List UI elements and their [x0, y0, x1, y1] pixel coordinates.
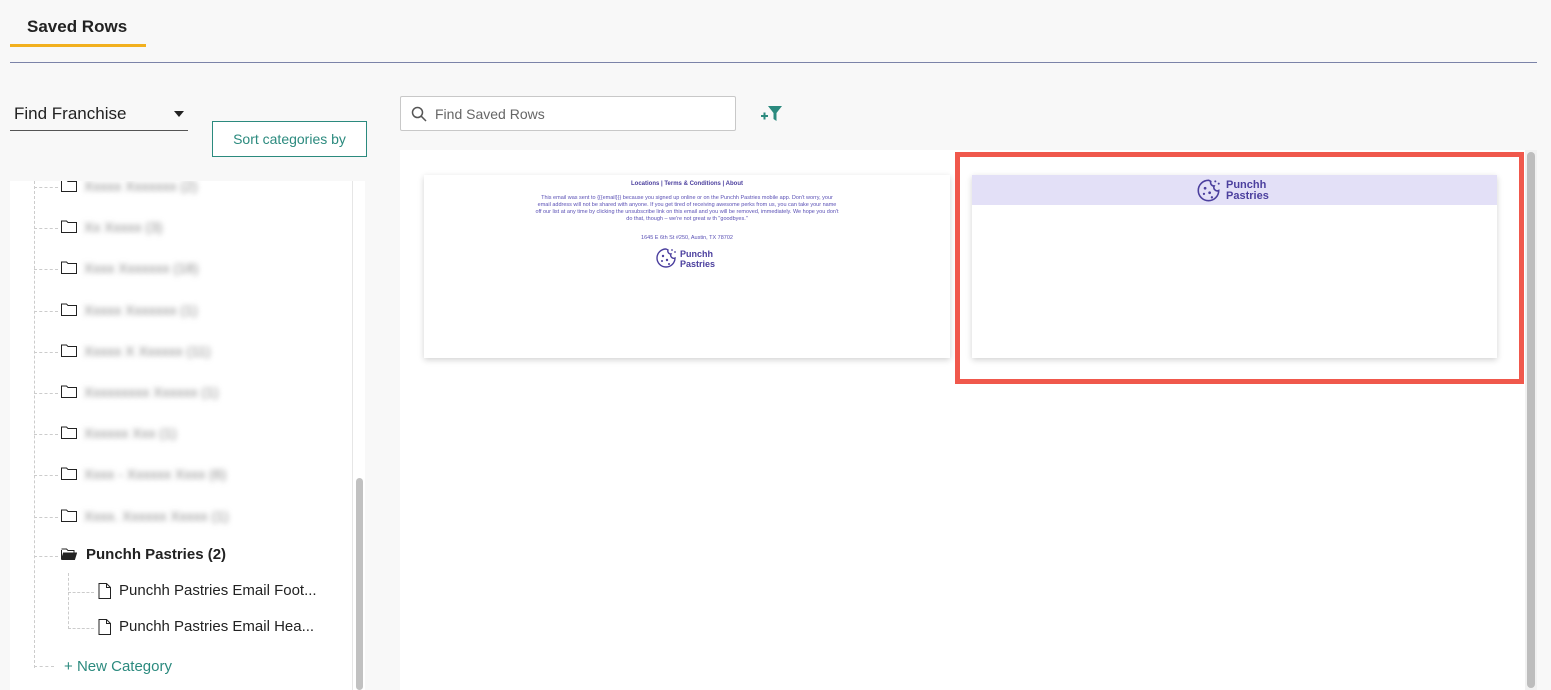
tree-folder-label: Xx Xxxxx (3) — [84, 219, 163, 236]
tree-folder-label: Xxxxxx Xxx (1) — [84, 425, 177, 442]
folder-icon — [61, 344, 77, 357]
folder-icon — [61, 509, 77, 522]
tree-folder-label: Xxxxx Xxxxxxx (2) — [84, 181, 198, 194]
tree-folder-label: Xxxxx X Xxxxxx (11) — [84, 342, 211, 359]
folder-icon — [61, 385, 77, 398]
caret-down-icon — [174, 111, 184, 117]
tree-folder-label: Xxxxxxxxx Xxxxxx (1) — [84, 384, 219, 400]
logo-wordmark: Punchh Pastries — [1226, 180, 1269, 202]
tab-label: Saved Rows — [27, 17, 128, 36]
folder-icon — [61, 426, 77, 440]
search-input[interactable] — [435, 102, 725, 126]
tree-scrollbar-thumb[interactable] — [356, 478, 363, 690]
punchh-pastries-logo: Punchh Pastries — [1196, 178, 1276, 204]
tree-file-label: Punchh Pastries Email Hea... — [119, 618, 315, 635]
punchh-pastries-logo: Punchh Pastries — [655, 247, 719, 271]
header-preview-banner: Punchh Pastries — [972, 175, 1497, 205]
logo-line-2: Pastries — [680, 259, 716, 269]
tree-folder-label: Xxxx. Xxxxxx Xxxxx (1) — [84, 507, 229, 524]
category-tree: Xxxxx Xxxxxxx (2) Xx Xxxxx (3) Xxxx Xxxxxx… — [10, 181, 365, 690]
folder-icon — [61, 467, 77, 481]
search-icon — [411, 106, 427, 122]
folder-icon — [61, 181, 77, 192]
tree-branch-line — [34, 516, 58, 518]
tree-branch-line — [34, 351, 58, 353]
file-icon — [98, 583, 111, 599]
folder-icon — [61, 220, 77, 234]
footer-preview-body: This email was sent to {{{email}}} becau… — [535, 195, 839, 222]
franchise-select[interactable]: Find Franchise — [10, 100, 188, 131]
new-category-label: + New Category — [64, 658, 172, 675]
tree-branch-line — [34, 434, 58, 436]
header-divider — [10, 62, 1537, 63]
sort-categories-button[interactable]: Sort categories by — [212, 121, 367, 157]
logo-line-2: Pastries — [1226, 190, 1269, 202]
footer-preview-links: Locations | Terms & Conditions | About — [630, 181, 744, 187]
add-filter-icon[interactable] — [760, 102, 786, 126]
tree-file-label: Punchh Pastries Email Foot... — [119, 582, 317, 599]
tree-branch-line — [34, 310, 58, 312]
folder-icon — [61, 261, 77, 275]
tab-saved-rows[interactable]: Saved Rows — [10, 0, 146, 47]
tree-branch-line — [34, 269, 58, 271]
tree-branch-line — [34, 228, 58, 230]
tree-guide-line — [34, 181, 35, 668]
cookie-icon — [656, 248, 676, 268]
logo-line-1: Punchh — [680, 249, 713, 259]
folder-open-icon — [61, 548, 77, 560]
tree-folder-label: Punchh Pastries (2) — [86, 546, 227, 563]
tree-folder-label: Xxxx Xxxxxxx (18) — [84, 260, 199, 277]
tree-branch-line — [34, 556, 58, 557]
saved-row-card-header[interactable]: Punchh Pastries — [972, 175, 1497, 358]
folder-icon — [61, 303, 77, 316]
search-box — [400, 96, 736, 131]
saved-row-card-footer[interactable]: Locations | Terms & Conditions | About T… — [424, 175, 950, 358]
tree-branch-line — [34, 666, 54, 667]
grid-scrollbar-thumb[interactable] — [1527, 152, 1535, 688]
franchise-select-label: Find Franchise — [14, 104, 127, 123]
tree-branch-line — [68, 592, 94, 593]
tab-active-indicator — [10, 44, 146, 47]
tree-child-guide-line — [68, 573, 69, 629]
tree-branch-line — [34, 475, 58, 477]
tree-folder-label: Xxxxx Xxxxxxx (1) — [84, 301, 198, 318]
tree-folder-label: Xxxx - Xxxxxx Xxxx (6) — [84, 466, 227, 483]
file-icon — [98, 619, 111, 635]
new-category-text: New Category — [76, 658, 172, 675]
tree-branch-line — [34, 187, 58, 188]
tree-branch-line — [68, 628, 94, 629]
cookie-icon — [1197, 179, 1220, 202]
logo-wordmark: Punchh Pastries — [680, 249, 715, 269]
tree-branch-line — [34, 393, 58, 394]
footer-preview-address: 1645 E 6th St #250, Austin, TX 78702 — [641, 235, 733, 241]
